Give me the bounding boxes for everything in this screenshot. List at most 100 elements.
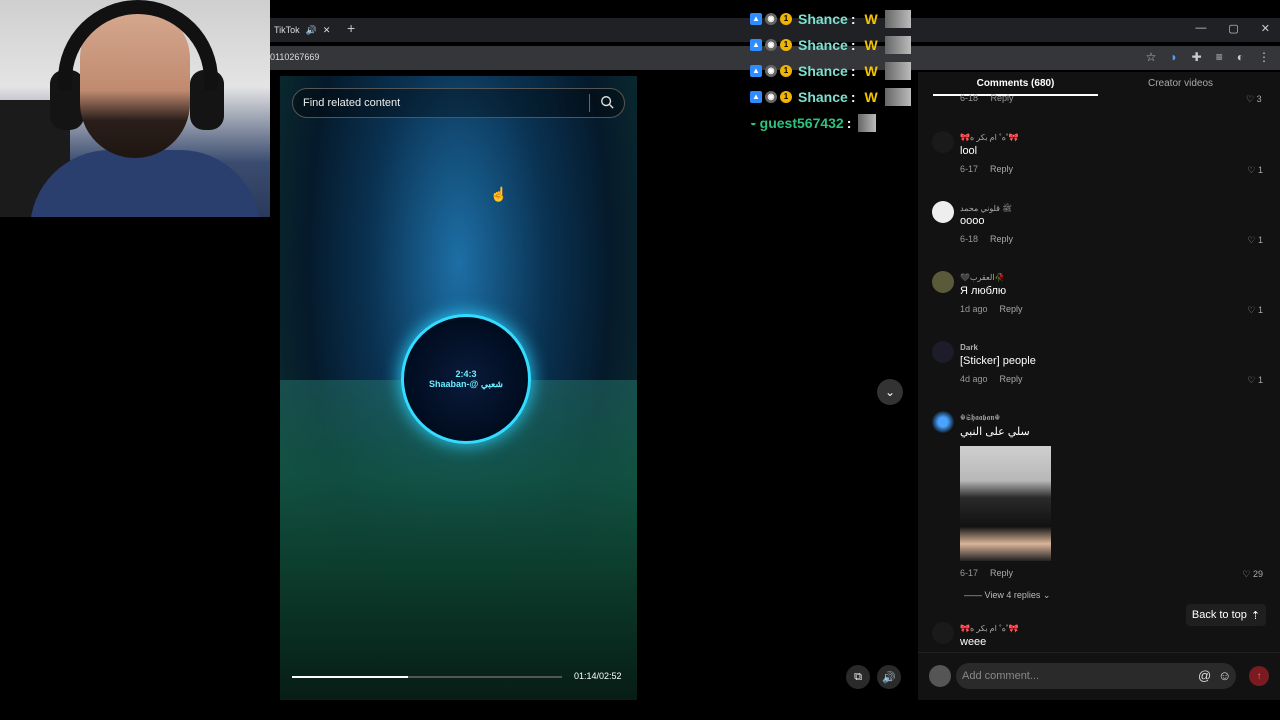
avatar[interactable] — [932, 341, 954, 363]
like-number: 1 — [1257, 375, 1263, 385]
reply-link[interactable]: Reply — [990, 164, 1013, 174]
close-tab-icon[interactable]: ✕ — [323, 25, 331, 36]
profile-avatar-icon[interactable]: ◐ — [1237, 50, 1244, 64]
like-count[interactable]: ♡ 1 — [1247, 165, 1263, 176]
chat-emote-image — [884, 10, 911, 28]
chevron-down-icon: ⌄ — [1042, 590, 1051, 600]
menu-kebab-icon[interactable]: ⋮ — [1258, 50, 1270, 64]
browser-tab[interactable]: TikTok 🔊 ✕ — [270, 18, 340, 42]
mask-badge-icon: ◉ — [765, 13, 777, 25]
like-number: 1 — [1257, 165, 1263, 175]
mention-icon[interactable]: @ — [1198, 668, 1211, 683]
headphone-band — [58, 0, 218, 90]
minimize-button[interactable]: — — [1195, 22, 1206, 35]
chat-emote-image — [884, 36, 911, 54]
tab-title: TikTok — [274, 25, 300, 35]
comment-meta: 6-17 Reply — [960, 568, 1013, 578]
avatar[interactable] — [932, 271, 954, 293]
like-count[interactable]: ♡ 1 — [1247, 305, 1263, 316]
avatar[interactable] — [932, 131, 954, 153]
comment-meta: 6-18 Reply — [960, 234, 1013, 244]
url-text[interactable]: 0110267669 — [270, 52, 319, 62]
comment-meta-partial: 6-18 Reply — [960, 93, 1014, 103]
chat-text: W — [864, 63, 878, 79]
avatar[interactable] — [932, 411, 954, 433]
extensions-puzzle-icon[interactable]: ✚ — [1192, 50, 1202, 64]
comment-author[interactable]: ﷺ قلوني محمد — [960, 203, 1012, 215]
reply-link[interactable]: Reply — [990, 568, 1013, 578]
extension-audio-icon[interactable]: ◗ — [1170, 50, 1177, 64]
reply-link[interactable]: Reply — [1000, 304, 1023, 314]
add-comment-input[interactable]: Add comment... — [956, 663, 1236, 689]
comment-date: 6-17 — [960, 568, 979, 578]
back-to-top-label: Back to top — [1191, 609, 1247, 621]
hand-cursor-icon: ☝ — [490, 186, 508, 202]
chat-username: Shance — [798, 11, 848, 27]
comment-text: oooo — [960, 215, 985, 227]
view-replies-link[interactable]: —— View 4 replies ⌄ — [964, 590, 1050, 601]
picture-in-picture-icon[interactable]: ⧉ — [846, 665, 870, 689]
comment-author[interactable]: 🖤العقرب🥀 — [960, 273, 1004, 282]
chat-username: Shance — [798, 63, 848, 79]
chat-message: ▲ ◉ 1 Shance : W — [750, 32, 930, 58]
chat-message: ▲ ◉ 1 Shance : W — [750, 6, 930, 32]
comment-text: [Sticker] people — [960, 355, 1036, 367]
guest-badge-icon: ◒ — [750, 117, 757, 129]
send-button[interactable]: ↑ — [1249, 666, 1269, 686]
maximize-button[interactable]: ▢ — [1228, 22, 1238, 35]
like-count[interactable]: ♡ 1 — [1247, 235, 1263, 246]
comment-photo[interactable] — [960, 446, 1051, 561]
search-icon[interactable] — [600, 95, 614, 109]
avatar[interactable] — [932, 622, 954, 644]
comment-item: 𝐃𝐚𝐫𝐤 [Sticker] people 4d ago Reply ♡ 1 — [932, 341, 1267, 391]
active-tab-indicator — [933, 94, 1098, 96]
next-video-chevron-down-icon[interactable]: ⌄ — [877, 379, 903, 405]
prime-badge-icon: ▲ — [750, 13, 762, 25]
like-count[interactable]: ♡ 29 — [1242, 569, 1263, 580]
chat-separator: : — [850, 37, 856, 53]
sub-badge-icon: 1 — [780, 65, 792, 77]
chat-message: ▲ ◉ 1 Shance : W — [750, 84, 930, 110]
chat-separator: : — [850, 63, 856, 79]
like-count[interactable]: ♡ 3 — [1246, 94, 1262, 105]
comment-author[interactable]: 𝐃𝐚𝐫𝐤 — [960, 343, 978, 353]
reply-link[interactable]: Reply — [991, 93, 1014, 103]
comment-text: weee — [960, 636, 987, 648]
chat-username: Shance — [798, 89, 848, 105]
close-window-button[interactable]: ✕ — [1261, 22, 1270, 35]
view-replies-label: View 4 replies — [984, 590, 1041, 600]
media-queue-icon[interactable]: ≡ — [1216, 50, 1223, 64]
chat-text: W — [864, 89, 878, 105]
composer-placeholder: Add comment... — [962, 670, 1040, 682]
webcam-overlay — [0, 0, 270, 217]
logo-line-2: Shaaban-@ شعبي — [429, 378, 503, 389]
tab-creator-videos[interactable]: Creator videos — [1098, 76, 1263, 98]
chat-emote-image — [884, 62, 911, 80]
emoji-icon[interactable]: ☺ — [1218, 668, 1231, 683]
comment-item: ﷺ قلوني محمد oooo 6-18 Reply ♡ 1 — [932, 201, 1267, 251]
mask-badge-icon: ◉ — [765, 39, 777, 51]
prime-badge-icon: ▲ — [750, 91, 762, 103]
related-search-field[interactable]: Find related content — [292, 88, 625, 118]
like-count[interactable]: ♡ 1 — [1247, 375, 1263, 386]
like-number: 1 — [1257, 305, 1263, 315]
mask-badge-icon: ◉ — [765, 65, 777, 77]
reply-link[interactable]: Reply — [1000, 374, 1023, 384]
speaker-icon[interactable]: 🔊 — [306, 25, 317, 36]
new-tab-button[interactable]: + — [347, 20, 355, 36]
comment-author[interactable]: 🎀ه˚ ام بكر ه˚🎀 — [960, 133, 1019, 142]
video-time: 01:14/02:52 — [574, 671, 622, 681]
reply-link[interactable]: Reply — [990, 234, 1013, 244]
avatar[interactable] — [932, 201, 954, 223]
comment-date: 6-18 — [960, 234, 979, 244]
comment-author[interactable]: 🎀ه˚ ام بكر ه˚🎀 — [960, 624, 1019, 633]
bookmark-star-icon[interactable]: ☆ — [1146, 50, 1157, 64]
volume-icon[interactable]: 🔊 — [877, 665, 901, 689]
comment-author[interactable]: ☬𝕾𝖍𝖆𝖆𝖇𝖆𝖓☬ — [960, 413, 1000, 423]
chat-separator: : — [850, 89, 856, 105]
comment-item: 🎀ه˚ ام بكر ه˚🎀 weee — [932, 622, 1267, 652]
comment-date: 6-17 — [960, 164, 979, 174]
arrow-up-icon: ⇡ — [1250, 609, 1261, 622]
chat-text: W — [864, 37, 878, 53]
chat-separator: : — [846, 115, 852, 131]
